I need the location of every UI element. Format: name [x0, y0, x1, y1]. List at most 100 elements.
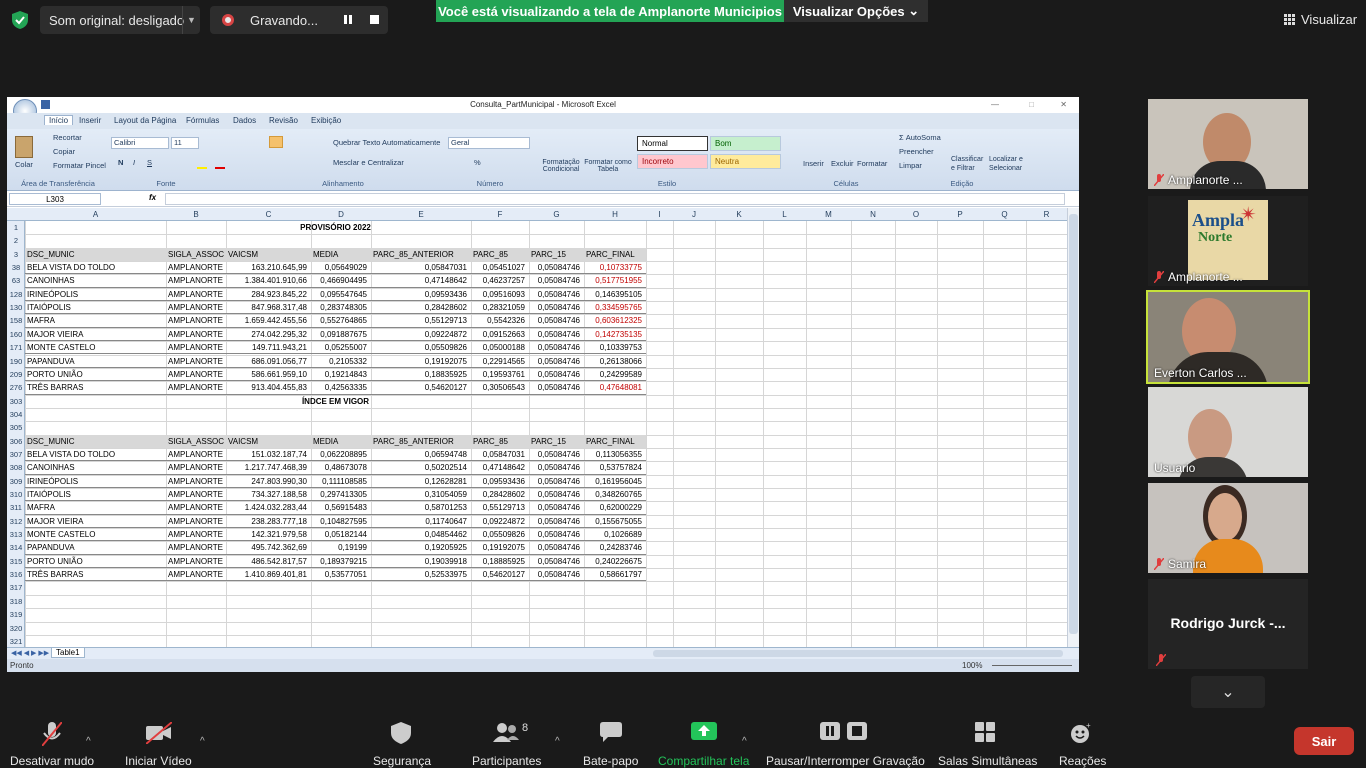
cell[interactable]: 0,05084746 — [531, 288, 583, 301]
row-header[interactable]: 38 — [7, 263, 25, 272]
row-header[interactable]: 130 — [7, 303, 25, 312]
vertical-scrollbar[interactable] — [1067, 208, 1079, 647]
font-color-icon[interactable] — [215, 167, 225, 169]
mic-options-caret-icon[interactable]: ^ — [86, 736, 91, 747]
cell[interactable]: 0,05084746 — [531, 341, 583, 354]
row-header[interactable]: 303 — [7, 397, 25, 406]
cell[interactable]: 0,09224872 — [473, 515, 528, 528]
cell[interactable]: 0,348260765 — [586, 488, 645, 501]
cell[interactable]: AMPLANORTE — [168, 501, 225, 514]
cell[interactable]: 1.384.401.910,66 — [228, 274, 310, 287]
find-select-button[interactable]: Localizar e Selecionar — [989, 155, 1029, 173]
column-header[interactable]: F — [471, 210, 529, 219]
style-bad[interactable]: Incorreto — [637, 154, 708, 169]
cell[interactable]: 0,104827595 — [313, 515, 370, 528]
conditional-formatting-button[interactable]: Formatação Condicional — [539, 159, 583, 173]
cell[interactable]: 0,58661797 — [586, 568, 645, 581]
share-options-caret-icon[interactable]: ^ — [742, 736, 747, 747]
cell[interactable]: AMPLANORTE — [168, 355, 225, 368]
cell[interactable]: AMPLANORTE — [168, 314, 225, 327]
cell[interactable]: 686.091.056,77 — [228, 355, 310, 368]
cell[interactable]: 0,05084746 — [531, 568, 583, 581]
paste-button[interactable]: Colar — [15, 160, 33, 169]
column-title[interactable]: PARC_FINAL — [586, 435, 645, 448]
cell[interactable]: 486.542.817,57 — [228, 555, 310, 568]
column-title[interactable]: PARC_85_ANTERIOR — [373, 435, 470, 448]
tab-exibicao[interactable]: Exibição — [311, 116, 341, 125]
row-header[interactable]: 160 — [7, 330, 25, 339]
row-header[interactable]: 317 — [7, 583, 25, 592]
cell[interactable]: 0,05084746 — [531, 541, 583, 554]
highlight-color-icon[interactable] — [197, 167, 207, 169]
cell[interactable]: 0,155675055 — [586, 515, 645, 528]
cell[interactable]: 0,05255007 — [313, 341, 370, 354]
cell[interactable]: 734.327.188,58 — [228, 488, 310, 501]
cell[interactable]: 0,05084746 — [531, 314, 583, 327]
tab-formulas[interactable]: Fórmulas — [186, 116, 219, 125]
style-neutral[interactable]: Neutra — [710, 154, 781, 169]
cell[interactable]: 0,05509826 — [373, 341, 470, 354]
cell[interactable]: 0,05084746 — [531, 355, 583, 368]
format-painter-button[interactable]: Formatar Pincel — [53, 161, 106, 170]
unmute-button[interactable]: Desativar mudo — [10, 754, 94, 768]
cell[interactable]: ITAIÓPOLIS — [27, 301, 165, 314]
participant-tile[interactable]: Ampla Norte ✴ Amplanorte ... — [1148, 196, 1308, 286]
zoom-level[interactable]: 100% — [962, 659, 982, 672]
cell[interactable]: 0,05649029 — [313, 261, 370, 274]
cell[interactable]: 0,62000229 — [586, 501, 645, 514]
wrap-text-button[interactable]: Quebrar Texto Automaticamente — [333, 138, 440, 147]
cell[interactable]: 0,53757824 — [586, 461, 645, 474]
cut-button[interactable]: Recortar — [53, 133, 82, 142]
row-header[interactable]: 158 — [7, 316, 25, 325]
share-screen-icon[interactable] — [691, 722, 717, 742]
cell[interactable]: 0,19192075 — [473, 541, 528, 554]
cell[interactable]: AMPLANORTE — [168, 328, 225, 341]
cell[interactable]: 238.283.777,18 — [228, 515, 310, 528]
column-header[interactable]: R — [1026, 210, 1067, 219]
row-header[interactable]: 311 — [7, 503, 25, 512]
cell[interactable]: 0,5542326 — [473, 314, 528, 327]
column-title[interactable]: PARC_15 — [531, 248, 583, 261]
cell[interactable]: CANOINHAS — [27, 274, 165, 287]
column-header[interactable]: M — [806, 210, 851, 219]
row-header[interactable]: 305 — [7, 423, 25, 432]
row-header[interactable]: 309 — [7, 477, 25, 486]
insert-cells-button[interactable]: Inserir — [803, 159, 824, 168]
cell[interactable]: 0,31054059 — [373, 488, 470, 501]
cell[interactable]: PAPANDUVA — [27, 541, 165, 554]
cell[interactable]: AMPLANORTE — [168, 261, 225, 274]
column-title[interactable]: MEDIA — [313, 435, 370, 448]
cell[interactable]: 0,42563335 — [313, 381, 370, 394]
cell[interactable]: BELA VISTA DO TOLDO — [27, 261, 165, 274]
cell[interactable]: 0,05084746 — [531, 381, 583, 394]
column-header[interactable]: B — [166, 210, 226, 219]
row-header[interactable]: 306 — [7, 437, 25, 446]
cell[interactable]: 847.968.317,48 — [228, 301, 310, 314]
cell[interactable]: 0,05847031 — [473, 448, 528, 461]
reactions-button[interactable]: Reações — [1059, 754, 1106, 768]
column-header[interactable]: J — [673, 210, 715, 219]
row-header[interactable]: 276 — [7, 383, 25, 392]
cell[interactable]: 0,05084746 — [531, 501, 583, 514]
cell[interactable]: TRÊS BARRAS — [27, 381, 165, 394]
cell[interactable]: AMPLANORTE — [168, 528, 225, 541]
cell[interactable]: 0,05084746 — [531, 461, 583, 474]
horizontal-scrollbar[interactable] — [653, 650, 1063, 657]
cell[interactable]: MAJOR VIEIRA — [27, 515, 165, 528]
cell[interactable]: AMPLANORTE — [168, 461, 225, 474]
row-header[interactable]: 128 — [7, 290, 25, 299]
security-button[interactable]: Segurança — [373, 754, 431, 768]
cell[interactable]: 0,05084746 — [531, 488, 583, 501]
cell[interactable]: AMPLANORTE — [168, 515, 225, 528]
row-header[interactable]: 2 — [7, 236, 25, 245]
paste-icon[interactable] — [15, 136, 33, 158]
participant-tile[interactable]: Samira — [1148, 483, 1308, 573]
cell[interactable]: AMPLANORTE — [168, 301, 225, 314]
cell[interactable]: 0,47148642 — [473, 461, 528, 474]
participant-tile[interactable]: Usuario — [1148, 387, 1308, 477]
cell[interactable]: 0,18835925 — [373, 368, 470, 381]
cell[interactable]: MAFRA — [27, 314, 165, 327]
cell[interactable]: 0,603612325 — [586, 314, 645, 327]
cell[interactable]: AMPLANORTE — [168, 555, 225, 568]
cell[interactable]: 0,062208895 — [313, 448, 370, 461]
